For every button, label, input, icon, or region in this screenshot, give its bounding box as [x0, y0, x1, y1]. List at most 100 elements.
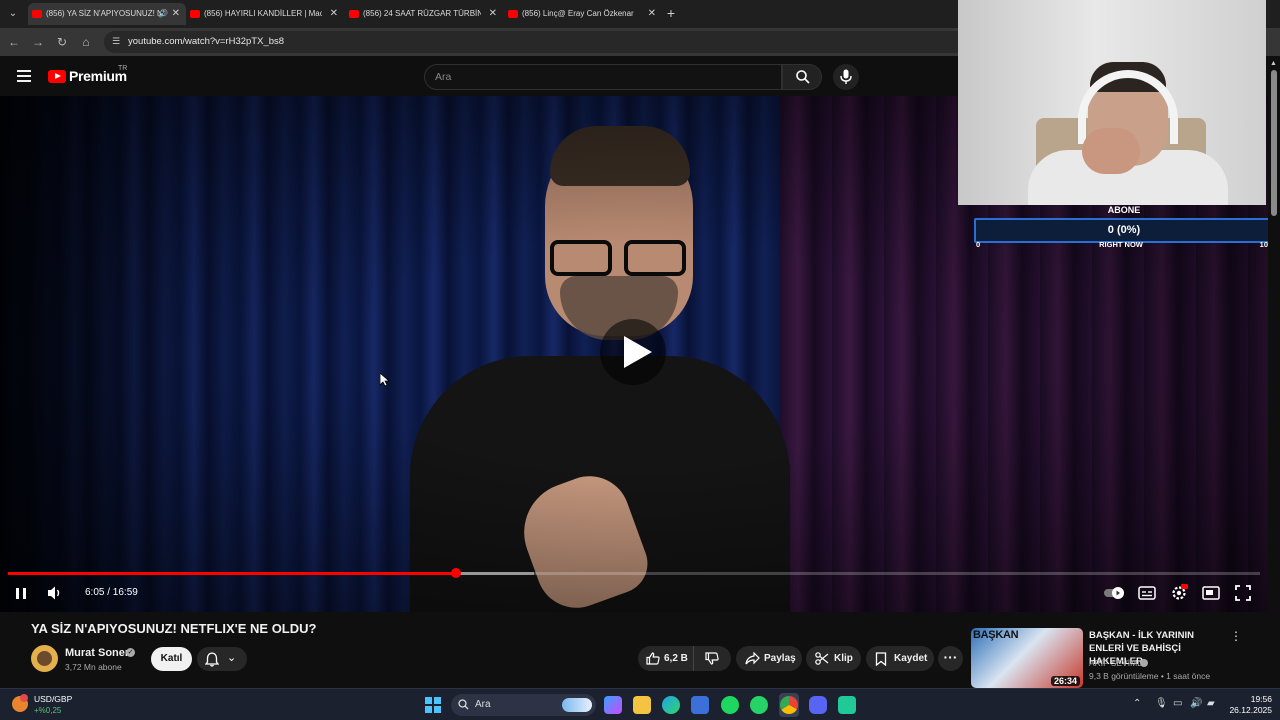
- file-explorer-icon[interactable]: [633, 696, 651, 714]
- scrollbar-thumb[interactable]: [1271, 70, 1277, 216]
- miniplayer-icon: [1202, 586, 1220, 600]
- site-settings-icon[interactable]: ☰: [112, 36, 122, 46]
- clip-button[interactable]: Klip: [806, 646, 861, 671]
- progress-played: [8, 572, 457, 575]
- copilot-icon[interactable]: [604, 696, 622, 714]
- subscriber-goal-max: 10: [1259, 240, 1268, 249]
- save-button[interactable]: Kaydet: [866, 646, 934, 671]
- speaker-icon[interactable]: 🔊: [1190, 698, 1202, 709]
- channel-name[interactable]: Murat Soner: [65, 647, 129, 659]
- verified-badge-icon: ✓: [126, 648, 135, 657]
- network-icon[interactable]: ▭: [1173, 698, 1182, 709]
- tray-overflow-chevron-icon[interactable]: ⌃: [1133, 698, 1141, 709]
- youtube-favicon-icon: [508, 10, 518, 18]
- reload-icon[interactable]: ↻: [54, 34, 70, 50]
- gear-icon: [1172, 584, 1188, 600]
- clip-label: Klip: [834, 653, 853, 664]
- volume-button[interactable]: [46, 582, 64, 604]
- stock-ticker-icon[interactable]: [12, 694, 28, 712]
- settings-button[interactable]: [1170, 584, 1190, 602]
- tab-audio-icon[interactable]: 🔊: [158, 3, 168, 25]
- progress-bar[interactable]: [8, 568, 1260, 578]
- thumbs-up-icon: [646, 652, 660, 665]
- channel-avatar[interactable]: [31, 645, 58, 672]
- share-label: Paylaş: [764, 653, 796, 664]
- tab-close-icon[interactable]: ✕: [648, 3, 656, 25]
- ticker-name[interactable]: USD/GBP: [34, 694, 72, 704]
- fullscreen-icon: [1235, 585, 1251, 601]
- microsoft-store-icon[interactable]: [691, 696, 709, 714]
- hamburger-menu-icon[interactable]: [17, 70, 31, 82]
- browser-tab[interactable]: (856) Linç@ Eray Can Özkenar ✕: [504, 3, 662, 25]
- tab-title: (856) 24 SAAT RÜZGAR TÜRBİNİ: [363, 9, 481, 18]
- tab-search-chevron-icon[interactable]: ⌄: [5, 6, 21, 22]
- like-button[interactable]: 6,2 B: [638, 646, 694, 671]
- youtube-play-logo-icon: [48, 69, 66, 83]
- time-display: 6:05 / 16:59: [85, 587, 138, 598]
- search-placeholder: Ara: [435, 71, 452, 83]
- verified-badge-icon: [1140, 659, 1148, 667]
- subtitles-button[interactable]: [1138, 584, 1158, 602]
- miniplayer-button[interactable]: [1202, 584, 1222, 602]
- taskbar-clock[interactable]: 19:56 26.12.2025: [1228, 694, 1272, 716]
- browser-tab[interactable]: (856) 24 SAAT RÜZGAR TÜRBİNİ ✕: [345, 3, 503, 25]
- new-tab-plus-icon[interactable]: +: [664, 4, 678, 22]
- save-label: Kaydet: [894, 653, 928, 664]
- youtube-premium-logo[interactable]: Premium TR: [48, 65, 128, 84]
- big-play-button[interactable]: [600, 319, 666, 385]
- tab-close-icon[interactable]: ✕: [330, 3, 338, 25]
- search-input[interactable]: Ara: [424, 64, 782, 90]
- notification-bell-button[interactable]: ⌄: [197, 647, 247, 671]
- tab-title: (856) Linç@ Eray Can Özkenar: [522, 9, 634, 18]
- recommended-video-channel[interactable]: ARİF SEVİMLİ: [1089, 658, 1144, 668]
- dislike-button[interactable]: [696, 646, 730, 671]
- address-bar[interactable]: ☰ youtube.com/watch?v=rH32pTX_bs8: [104, 31, 1004, 53]
- back-arrow-icon[interactable]: ←: [6, 34, 22, 50]
- page-scrollbar[interactable]: ▲: [1268, 56, 1280, 688]
- streamer-webcam-overlay: [958, 0, 1266, 205]
- chrome-browser-icon[interactable]: [780, 696, 798, 714]
- taskbar-search[interactable]: Ara: [451, 694, 596, 716]
- browser-tab-active[interactable]: (856) YA SİZ N'APIYOSUNUZ! NETFLIX'E NE …: [28, 3, 186, 25]
- video-duration: 26:34: [1050, 676, 1080, 686]
- microphone-tray-icon[interactable]: 🎙: [1155, 698, 1168, 709]
- video-title: YA SİZ N'APIYOSUNUZ! NETFLIX'E NE OLDU?: [31, 621, 317, 636]
- search-icon: [458, 699, 469, 710]
- subscriber-goal-widget: ABONE 0 (0%) 0 RIGHT NOW 10: [974, 204, 1274, 250]
- scroll-up-arrow-icon[interactable]: ▲: [1270, 60, 1277, 67]
- join-button[interactable]: Katıl: [151, 647, 192, 671]
- clock-date: 26.12.2025: [1229, 705, 1272, 715]
- forward-arrow-icon[interactable]: →: [30, 34, 46, 50]
- subscriber-goal-label: RIGHT NOW: [1099, 240, 1143, 249]
- tab-close-icon[interactable]: ✕: [489, 3, 497, 25]
- tab-title: (856) YA SİZ N'APIYOSUNUZ! NETFLIX'E NE …: [46, 9, 164, 18]
- battery-icon[interactable]: ▰: [1207, 698, 1215, 709]
- search-button[interactable]: [782, 64, 822, 90]
- whatsapp-icon[interactable]: [750, 696, 768, 714]
- voice-search-button[interactable]: [833, 64, 859, 90]
- search-icon: [796, 70, 810, 84]
- kebab-menu-icon[interactable]: ⋮: [1230, 629, 1242, 643]
- browser-tab[interactable]: (856) HAYIRLI KANDİLLER | Mac ✕: [186, 3, 344, 25]
- home-icon[interactable]: ⌂: [78, 34, 94, 50]
- tab-close-icon[interactable]: ✕: [172, 3, 180, 25]
- more-actions-button[interactable]: ···: [938, 646, 963, 671]
- recommended-video-meta: 9,3 B görüntüleme • 1 saat önce: [1089, 671, 1211, 681]
- recommended-video-thumbnail[interactable]: BAŞKAN 26:34: [971, 628, 1083, 688]
- fullscreen-button[interactable]: [1235, 584, 1255, 602]
- share-button[interactable]: Paylaş: [736, 646, 802, 671]
- edge-browser-icon[interactable]: [662, 696, 680, 714]
- taskbar-search-label: Ara: [475, 699, 491, 710]
- clock-time: 19:56: [1250, 694, 1272, 704]
- app-icon[interactable]: [838, 696, 856, 714]
- microphone-icon: [840, 69, 852, 84]
- discord-icon[interactable]: [809, 696, 827, 714]
- country-code: TR: [118, 65, 128, 72]
- autoplay-toggle[interactable]: [1104, 584, 1124, 602]
- spotify-icon[interactable]: [721, 696, 739, 714]
- windows-start-icon[interactable]: [425, 697, 441, 713]
- scissors-icon: [815, 652, 829, 665]
- pause-button[interactable]: [14, 582, 28, 604]
- youtube-favicon-icon: [190, 10, 200, 18]
- address-url: youtube.com/watch?v=rH32pTX_bs8: [128, 36, 285, 47]
